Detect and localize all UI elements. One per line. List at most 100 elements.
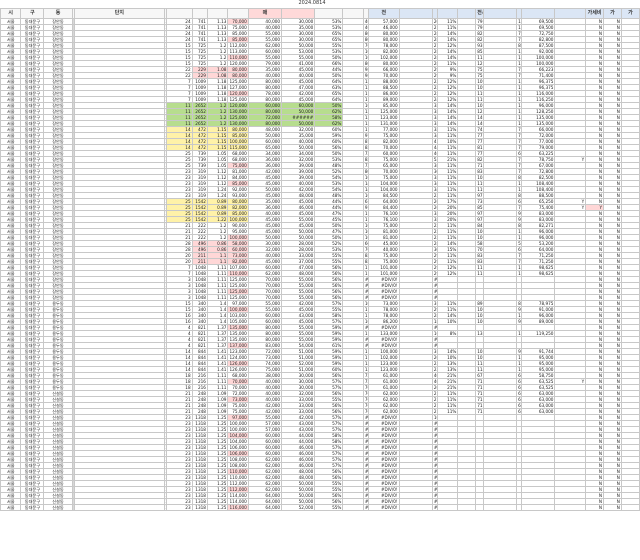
table-cell[interactable]: 141,500 [362,180,369,187]
table-cell[interactable]: #DIV/0! [362,504,369,511]
table-cell[interactable]: 70,800 [362,384,369,391]
table-cell[interactable]: 동대문구 [20,504,45,511]
column-header[interactable] [342,8,364,19]
table-cell[interactable]: #DIV/0! [431,456,438,463]
table-cell[interactable]: 1318 [191,492,208,499]
column-header[interactable]: 시 [0,8,22,19]
table-cell[interactable]: 1318 [191,456,208,463]
table-cell[interactable]: 29% [431,306,438,313]
table-cell[interactable]: 135,000 [227,324,249,331]
table-cell[interactable]: 86,750 [516,174,523,181]
table-cell[interactable]: 97,860 [516,348,523,355]
table-cell[interactable]: 76,000 [362,390,369,397]
table-cell[interactable]: #DIV/0! [362,438,369,445]
table-cell[interactable]: 86,000 [516,192,523,199]
table-cell[interactable]: 140,350 [475,120,484,127]
table-cell[interactable]: #DIV/0! [431,282,438,289]
table-cell[interactable]: 1318 [191,486,208,493]
table-cell[interactable]: 72,500 [362,150,369,157]
table-cell[interactable]: 120,000 [227,90,249,97]
table-cell[interactable]: 109,000 [362,48,369,55]
table-cell[interactable]: 1318 [191,450,208,457]
table-cell[interactable]: #DIV/0! [362,480,369,487]
table-cell[interactable]: 80,000 [362,168,369,175]
column-header[interactable] [166,8,193,19]
table-cell[interactable]: 28% [431,240,438,247]
table-cell[interactable]: 87,000 [362,138,369,145]
table-cell[interactable]: 77,140 [475,150,484,157]
table-cell[interactable]: 111,000 [362,216,369,223]
table-cell[interactable]: 105,100 [362,318,369,325]
table-cell[interactable]: #DIV/0! [431,336,438,343]
table-cell[interactable]: 70,000 [516,162,523,169]
table-cell[interactable]: 72,800 [516,132,523,139]
table-cell[interactable]: 111,775 [475,264,484,271]
column-header[interactable]: 구 [20,8,45,19]
table-cell[interactable]: 70,000 [475,246,484,253]
table-cell[interactable]: 1009 [191,90,208,97]
table-cell[interactable]: 44% [431,144,438,151]
table-cell[interactable]: 115,000 [362,96,369,103]
column-header[interactable]: 가 [620,8,640,19]
table-cell[interactable]: 75,055 [475,72,484,79]
column-header[interactable] [227,8,249,19]
table-cell[interactable]: 14,400 [516,18,523,25]
table-cell[interactable]: 115,000 [362,354,369,361]
table-cell[interactable]: 40% [431,372,438,379]
table-cell[interactable]: 72,750 [516,30,523,37]
table-cell[interactable]: 22% [431,84,438,91]
table-cell[interactable]: 신설동 [43,504,73,511]
table-cell[interactable]: 23 [166,504,193,511]
table-cell[interactable]: 100,000 [227,216,249,223]
table-cell[interactable]: 32% [431,126,438,133]
column-header[interactable] [314,8,344,19]
table-cell[interactable] [554,504,587,511]
table-cell[interactable]: 20% [431,18,438,25]
column-header[interactable]: 매 [247,8,283,19]
table-cell[interactable]: 79,500 [475,24,484,31]
table-cell[interactable]: 1542 [191,210,208,217]
table-cell[interactable]: #DIV/0! [362,294,369,301]
column-header[interactable]: 전 [367,8,400,19]
table-cell[interactable]: #DIV/0! [431,420,438,427]
table-cell[interactable]: 24% [431,96,438,103]
table-cell[interactable]: 67,000 [362,198,369,205]
table-cell[interactable]: 100,000 [516,54,523,61]
table-cell[interactable]: 60,000 [362,240,369,247]
table-cell[interactable]: 103,000 [227,312,249,319]
table-cell[interactable]: 79,500 [475,18,484,25]
table-cell[interactable]: 67,200 [516,408,523,415]
table-cell[interactable]: 111,000 [362,90,369,97]
table-cell[interactable]: 29% [431,258,438,265]
column-header[interactable] [281,8,316,19]
table-cell[interactable]: 31% [431,348,438,355]
table-cell[interactable]: 82,400 [475,36,484,43]
table-cell[interactable]: 107,100 [475,102,484,109]
table-cell[interactable]: 35% [431,108,438,115]
table-cell[interactable]: 106,250 [475,234,484,241]
table-cell[interactable]: N [603,504,622,511]
table-cell[interactable]: 109,222 [475,84,484,91]
table-cell[interactable]: #DIV/0! [431,486,438,493]
table-cell[interactable]: 108,000 [227,462,249,469]
table-cell[interactable]: 135,550 [475,330,484,337]
table-cell[interactable]: 131,000 [362,114,369,121]
table-cell[interactable]: #DIV/0! [431,492,438,499]
table-cell[interactable]: #DIV/0! [431,468,438,475]
table-cell[interactable]: 28% [431,312,438,319]
table-cell[interactable]: 76,000 [362,402,369,409]
table-cell[interactable]: 103,972 [475,348,484,355]
table-cell[interactable]: 38% [431,162,438,169]
table-cell[interactable]: 1318 [191,426,208,433]
table-cell[interactable]: #DIV/0! [431,294,438,301]
table-cell[interactable]: 82,500 [475,30,484,37]
table-cell[interactable]: 105,100 [362,300,369,307]
table-cell[interactable]: 124,250 [516,96,523,103]
table-cell[interactable]: 25% [431,90,438,97]
table-cell[interactable]: 76,000 [362,408,369,415]
table-cell[interactable]: #DIV/0! [431,324,438,331]
table-cell[interactable]: 67,200 [516,390,523,397]
table-cell[interactable]: 80,000 [362,60,369,67]
table-cell[interactable]: 46,000 [362,24,369,31]
table-cell[interactable]: 1048 [191,270,208,277]
